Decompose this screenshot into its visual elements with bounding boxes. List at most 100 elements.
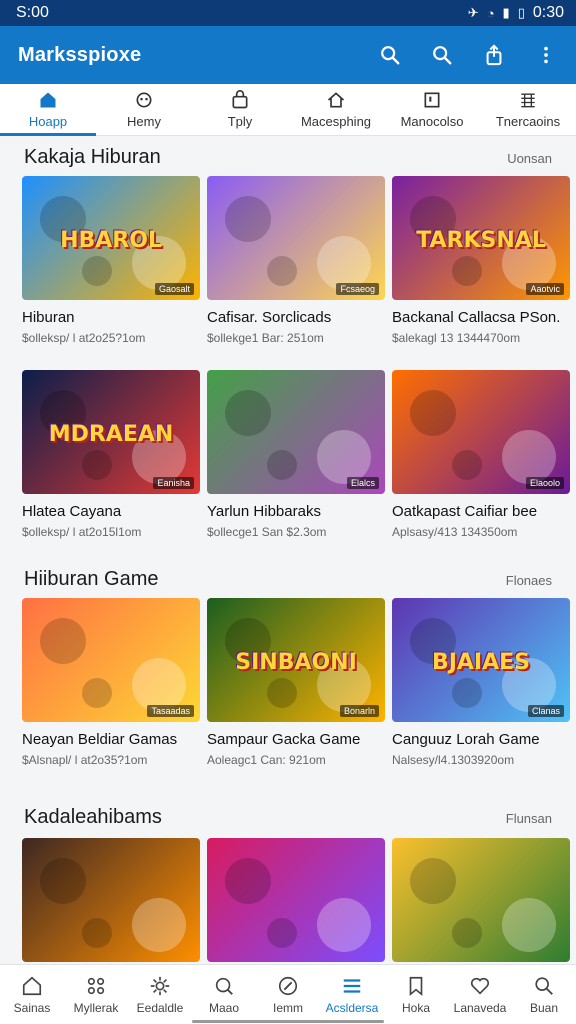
game-card[interactable]: HBAROL Gaosalt Hiburan $olleksp/ l at2o25?1…: [22, 176, 200, 345]
game-card[interactable]: Tasaadas Neayan Beldiar Gamas $Alsnapl/ l …: [22, 598, 200, 767]
house-outline-icon: [327, 92, 345, 108]
game-thumbnail[interactable]: HBAROL Gaosalt: [22, 176, 200, 300]
bottom-nav-label: Sainas: [13, 1000, 51, 1015]
bottom-nav-item[interactable]: Iemm: [256, 965, 320, 1024]
bottom-nav-label: Eedaldle: [136, 1000, 184, 1015]
bottom-nav-label: Maao: [208, 1000, 240, 1015]
artwork-shape: [40, 618, 86, 664]
artwork-shape: [452, 918, 482, 948]
game-thumbnail[interactable]: [22, 838, 200, 962]
game-thumbnail[interactable]: Fcsaeog: [207, 176, 385, 300]
artwork-shape: [452, 256, 482, 286]
section-more-link[interactable]: Flonaes: [506, 573, 552, 588]
tab-macesphing[interactable]: Macesphing: [288, 84, 384, 135]
status-time: S:00: [16, 4, 49, 21]
game-card[interactable]: MDRAEAN Eanisha Hlatea Cayana $olleksp/ l a…: [22, 370, 200, 539]
game-thumbnail[interactable]: BJAIAES Clanas: [392, 598, 570, 722]
bottom-nav-label: Lanaveda: [453, 1000, 507, 1015]
game-subtitle: $olleksp/ l at2o15l1om: [22, 525, 142, 539]
tab-hemy[interactable]: Hemy: [96, 84, 192, 135]
game-card[interactable]: SINBAONI Bonarln Sampaur Gacka Game Aoleagc…: [207, 598, 385, 767]
game-card[interactable]: Elaoolo Oatkapast Caifiar bee Aplsasy/413 …: [392, 370, 570, 539]
artwork-shape: [317, 898, 371, 952]
section-title: Kakaja Hiburan: [24, 146, 161, 168]
game-thumbnail[interactable]: [392, 838, 570, 962]
game-thumbnail[interactable]: Tasaadas: [22, 598, 200, 722]
artwork-shape: [452, 450, 482, 480]
thumbnail-badge: Fcsaeog: [336, 283, 379, 295]
thumbnail-badge: Clanas: [527, 705, 564, 717]
artwork-shape: [267, 256, 297, 286]
game-thumbnail[interactable]: TARKSNAL Aaotvic: [392, 176, 570, 300]
game-card[interactable]: [22, 838, 200, 964]
artwork-shape: [225, 196, 271, 242]
card-row: HBAROL Gaosalt Hiburan $olleksp/ l at2o25?1…: [22, 176, 576, 345]
game-card[interactable]: BJAIAES Clanas Canguuz Lorah Game Nalsesy/l…: [392, 598, 570, 767]
play-square-icon: [424, 92, 440, 108]
tab-label: Manocolso: [400, 114, 464, 129]
location-icon: ✈: [467, 5, 479, 20]
artwork-shape: [82, 678, 112, 708]
game-card[interactable]: TARKSNAL Aaotvic Backanal Callacsa PSon. $a…: [392, 176, 570, 345]
game-title: Cafisar. Sorclicads: [207, 309, 332, 326]
game-thumbnail[interactable]: Elalcs: [207, 370, 385, 494]
bottom-nav-item[interactable]: Acsldersa: [320, 965, 384, 1024]
game-logo-text: BJAIAES: [431, 650, 531, 676]
wifi-icon: ◔: [486, 5, 495, 21]
content-scroll[interactable]: Kakaja Hiburan Uonsan HBAROL Gaosalt Hibur…: [0, 136, 576, 964]
game-thumbnail[interactable]: [207, 838, 385, 962]
search-icon[interactable]: [430, 43, 454, 67]
game-subtitle: Aplsasy/413 134350om: [392, 525, 518, 539]
menu-icon: [343, 978, 361, 993]
more-vert-icon[interactable]: [534, 43, 558, 67]
game-title: Neayan Beldiar Gamas: [22, 731, 178, 748]
search-icon[interactable]: [378, 43, 402, 67]
section-title: Hiiburan Game: [24, 568, 159, 590]
tab-home[interactable]: Hoapp: [0, 84, 96, 136]
section-more-link[interactable]: Uonsan: [507, 151, 552, 166]
share-icon[interactable]: [482, 43, 506, 67]
bottom-nav-item[interactable]: Buan: [512, 965, 576, 1024]
bottom-nav-item[interactable]: Hoka: [384, 965, 448, 1024]
bottom-nav-item[interactable]: Lanaveda: [448, 965, 512, 1024]
tab-tnercaoins[interactable]: Tnercaoins: [480, 84, 576, 135]
bottom-nav-label: Hoka: [401, 1000, 430, 1015]
tab-tply[interactable]: Tply: [192, 84, 288, 135]
bottom-nav-item[interactable]: Maao: [192, 965, 256, 1024]
tab-manocolso[interactable]: Manocolso: [384, 84, 480, 135]
game-subtitle: $alekagl 13 1344470om: [392, 331, 521, 345]
game-card[interactable]: Elalcs Yarlun Hibbaraks $ollecge1 San $2.3…: [207, 370, 385, 539]
card-row: MDRAEAN Eanisha Hlatea Cayana $olleksp/ l a…: [22, 370, 576, 539]
search-circle-icon: [215, 977, 233, 995]
game-thumbnail[interactable]: MDRAEAN Eanisha: [22, 370, 200, 494]
game-subtitle: $ollecge1 San $2.3om: [207, 525, 327, 539]
game-thumbnail[interactable]: Elaoolo: [392, 370, 570, 494]
tab-label: Tnercaoins: [495, 114, 561, 129]
bottom-nav-item[interactable]: Myllerak: [64, 965, 128, 1024]
game-card[interactable]: Fcsaeog Cafisar. Sorclicads $ollekge1 Bar:…: [207, 176, 385, 345]
thumbnail-badge: Tasaadas: [147, 705, 194, 717]
artwork-shape: [132, 898, 186, 952]
section-header: Kakaja Hiburan Uonsan: [24, 146, 552, 169]
game-subtitle: $ollekge1 Bar: 251om: [207, 331, 324, 345]
game-card[interactable]: [207, 838, 385, 964]
game-title: Backanal Callacsa PSon.: [392, 309, 561, 326]
grid-icon: [521, 93, 535, 108]
bottom-nav-label: Iemm: [273, 1000, 303, 1015]
status-icons: ✈ ◔ ▮ ▯ 0:30: [468, 4, 564, 22]
tab-label: Macesphing: [300, 114, 372, 129]
artwork-shape: [317, 430, 371, 484]
game-logo-text: SINBAONI: [235, 650, 357, 676]
artwork-shape: [225, 390, 271, 436]
artwork-shape: [82, 256, 112, 286]
artwork-shape: [225, 858, 271, 904]
game-thumbnail[interactable]: SINBAONI Bonarln: [207, 598, 385, 722]
section-header: Kadaleahibams Flunsan: [24, 806, 552, 829]
artwork-shape: [410, 390, 456, 436]
bottom-nav-item[interactable]: Eedaldle: [128, 965, 192, 1024]
section-more-link[interactable]: Flunsan: [506, 811, 552, 826]
bottom-nav-item[interactable]: Sainas: [0, 965, 64, 1024]
bottom-nav-label: Acsldersa: [325, 1000, 379, 1015]
game-card[interactable]: [392, 838, 570, 964]
artwork-shape: [317, 236, 371, 290]
